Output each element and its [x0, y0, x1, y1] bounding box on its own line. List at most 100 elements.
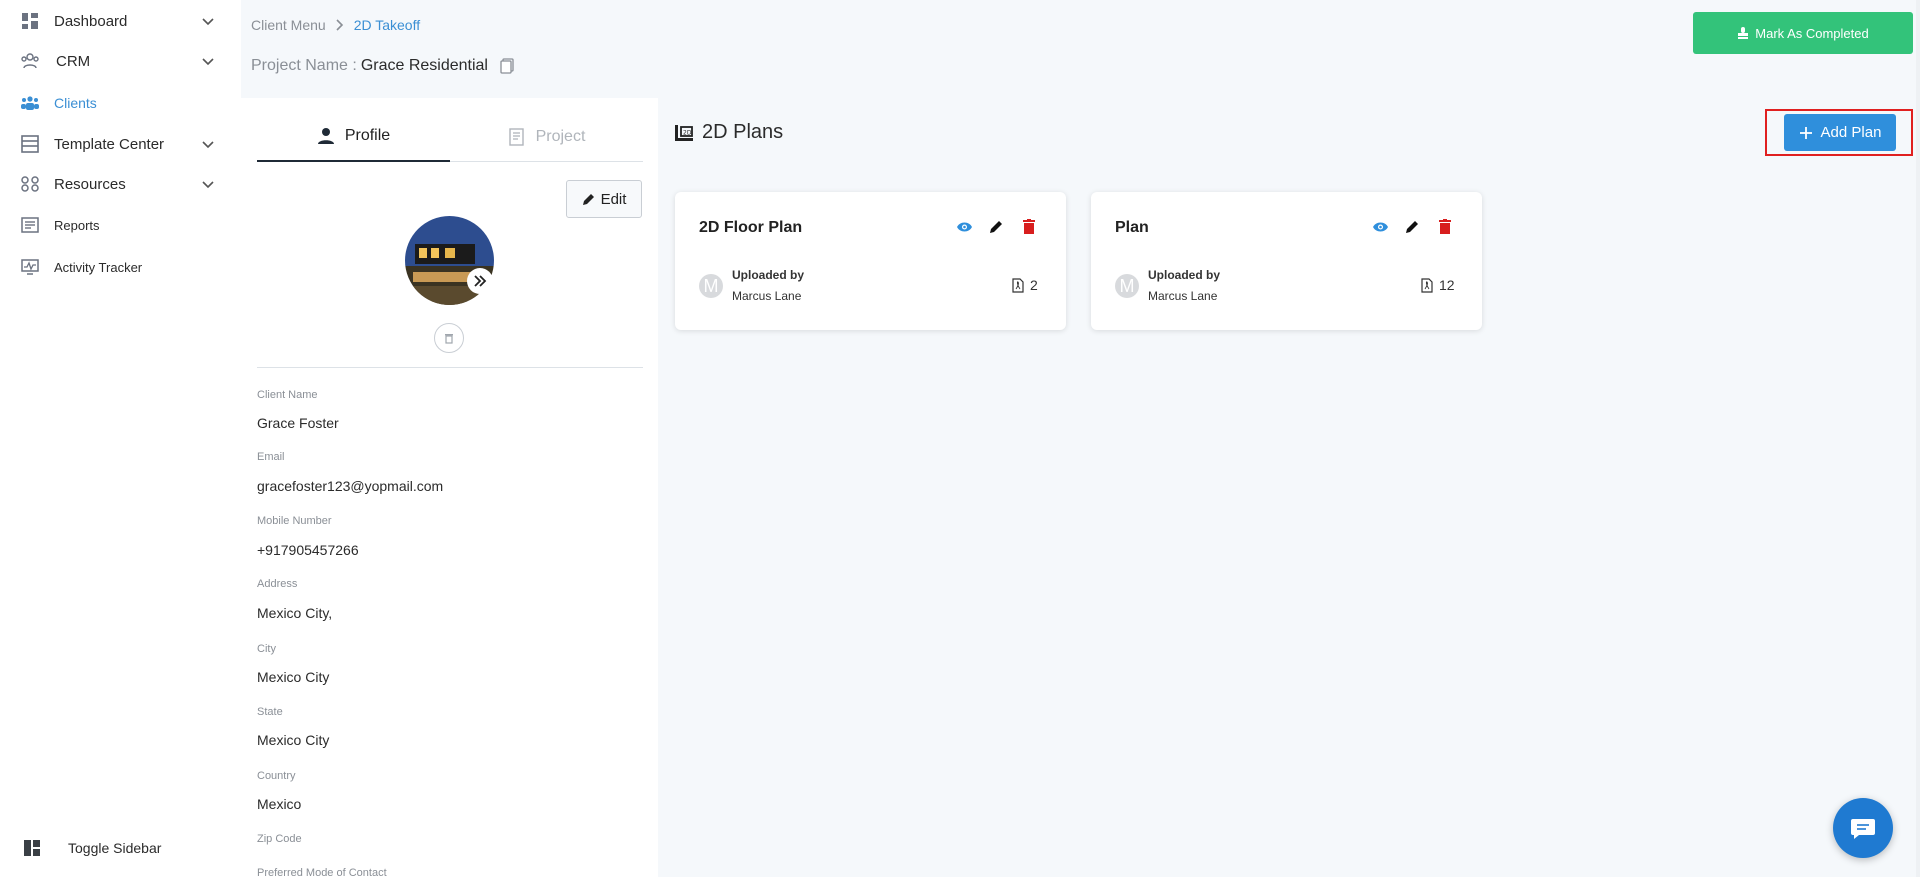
- field-value-client-name: Grace Foster: [257, 415, 339, 431]
- chevron-down-icon: [202, 181, 214, 189]
- eye-icon[interactable]: [956, 218, 973, 235]
- sidebar-item-label: CRM: [56, 52, 91, 70]
- sidebar-item-label: Clients: [54, 95, 97, 111]
- plans-title-label: 2D Plans: [702, 121, 784, 143]
- eye-icon[interactable]: [1372, 218, 1389, 235]
- sidebar-item-label: Template Center: [54, 135, 165, 153]
- pencil-icon: [582, 193, 594, 205]
- copy-icon[interactable]: [500, 58, 514, 74]
- edit-label: Edit: [600, 190, 627, 208]
- field-label-city: City: [257, 643, 276, 655]
- field-label-zip: Zip Code: [257, 833, 302, 845]
- plan-card[interactable]: Plan M Uploaded by Marcus Lane 12: [1091, 192, 1482, 330]
- sidebar-item-resources[interactable]: Resources: [0, 166, 241, 202]
- plans-title: 2D 2D Plans: [674, 121, 783, 144]
- plus-icon: [1799, 126, 1812, 139]
- project-icon: [508, 128, 524, 146]
- breadcrumb: Client Menu 2D Takeoff: [251, 17, 420, 33]
- sidebar-item-label: Activity Tracker: [54, 259, 143, 275]
- field-label-email: Email: [257, 451, 285, 463]
- field-label-address: Address: [257, 578, 298, 590]
- chat-icon: [1851, 819, 1875, 839]
- scrollbar[interactable]: [1916, 0, 1920, 877]
- file-count: 12: [1421, 277, 1455, 293]
- resources-icon: [20, 174, 40, 194]
- field-value-email: gracefoster123@yopmail.com: [257, 478, 444, 494]
- sidebar-item-activity-tracker[interactable]: Activity Tracker: [0, 249, 241, 285]
- field-value-address: Mexico City,: [257, 605, 333, 621]
- pencil-icon[interactable]: [988, 218, 1005, 235]
- sidebar-item-label: Dashboard: [54, 12, 128, 30]
- chevron-down-icon: [202, 141, 214, 149]
- file-count-value: 2: [1030, 277, 1038, 293]
- avatar-next-button[interactable]: [467, 268, 493, 294]
- pdf-icon: [1421, 277, 1433, 293]
- file-count: 2: [1012, 277, 1038, 293]
- uploader-avatar: M: [699, 274, 723, 298]
- double-chevron-right-icon: [474, 275, 487, 287]
- toggle-sidebar-label: Toggle Sidebar: [68, 840, 162, 856]
- field-value-country: Mexico: [257, 796, 302, 812]
- sidebar-item-reports[interactable]: Reports: [0, 207, 241, 243]
- sidebar-item-clients[interactable]: Clients: [0, 85, 241, 121]
- sidebar-item-template-center[interactable]: Template Center: [0, 126, 241, 162]
- plans-icon: 2D: [675, 124, 693, 141]
- sidebar-item-crm[interactable]: CRM: [0, 43, 241, 79]
- dashboard-icon: [20, 11, 40, 31]
- field-label-country: Country: [257, 770, 296, 782]
- field-value-mobile: +917905457266: [257, 542, 359, 558]
- plan-actions: [956, 218, 1037, 235]
- uploader-name: Marcus Lane: [1148, 289, 1218, 303]
- project-name-value: Grace Residential: [360, 57, 488, 74]
- pdf-icon: [1012, 277, 1024, 293]
- crm-icon: [20, 51, 40, 71]
- chevron-right-icon: [336, 19, 343, 31]
- sidebar: Dashboard CRM Clients Template Center Re…: [0, 0, 241, 877]
- field-value-city: Mexico City: [257, 669, 330, 685]
- field-label-state: State: [257, 706, 283, 718]
- breadcrumb-client-menu[interactable]: Client Menu: [251, 17, 326, 33]
- mark-as-completed-label: Mark As Completed: [1755, 25, 1869, 41]
- chevron-down-icon: [202, 58, 214, 66]
- toggle-sidebar-button[interactable]: Toggle Sidebar: [0, 830, 241, 866]
- trash-icon[interactable]: [1436, 218, 1453, 235]
- trash-icon: [445, 334, 453, 344]
- chat-button[interactable]: [1833, 798, 1893, 858]
- project-name-label: Project Name :: [251, 57, 357, 74]
- field-label-client-name: Client Name: [257, 389, 318, 401]
- trash-icon[interactable]: [1020, 218, 1037, 235]
- delete-avatar-button[interactable]: [434, 323, 464, 353]
- profile-panel: Profile Project Edit Client Name Grace F…: [241, 98, 658, 877]
- reports-icon: [20, 215, 40, 235]
- clients-icon: [20, 93, 40, 113]
- add-plan-button[interactable]: Add Plan: [1784, 114, 1896, 151]
- sidebar-item-label: Reports: [54, 217, 100, 233]
- tab-profile[interactable]: Profile: [257, 112, 450, 162]
- pencil-icon[interactable]: [1404, 218, 1421, 235]
- mark-as-completed-button[interactable]: Mark As Completed: [1693, 12, 1913, 54]
- tab-profile-label: Profile: [344, 127, 391, 144]
- breadcrumb-current: 2D Takeoff: [353, 17, 421, 33]
- uploaded-by-label: Uploaded by: [1148, 268, 1221, 282]
- project-name: Project Name : Grace Residential: [251, 57, 514, 75]
- tab-project[interactable]: Project: [450, 112, 643, 162]
- sidebar-toggle-icon: [22, 838, 42, 858]
- file-count-value: 12: [1439, 277, 1455, 293]
- field-label-contact-mode: Preferred Mode of Contact: [257, 867, 387, 877]
- user-icon: [317, 128, 334, 144]
- sidebar-item-label: Resources: [54, 175, 126, 193]
- sidebar-item-dashboard[interactable]: Dashboard: [0, 3, 241, 39]
- chevron-down-icon: [202, 18, 214, 26]
- add-plan-label: Add Plan: [1820, 124, 1882, 141]
- plan-card[interactable]: 2D Floor Plan M Uploaded by Marcus Lane …: [675, 192, 1066, 330]
- svg-text:2D: 2D: [683, 129, 692, 136]
- edit-button[interactable]: Edit: [566, 180, 642, 218]
- stamp-icon: [1738, 27, 1749, 39]
- field-value-state: Mexico City: [257, 732, 330, 748]
- plan-actions: [1372, 218, 1453, 235]
- uploaded-by-label: Uploaded by: [732, 268, 805, 282]
- activity-icon: [20, 257, 40, 277]
- field-label-mobile: Mobile Number: [257, 515, 332, 527]
- tab-project-label: Project: [535, 128, 586, 145]
- plan-title: 2D Floor Plan: [699, 219, 803, 236]
